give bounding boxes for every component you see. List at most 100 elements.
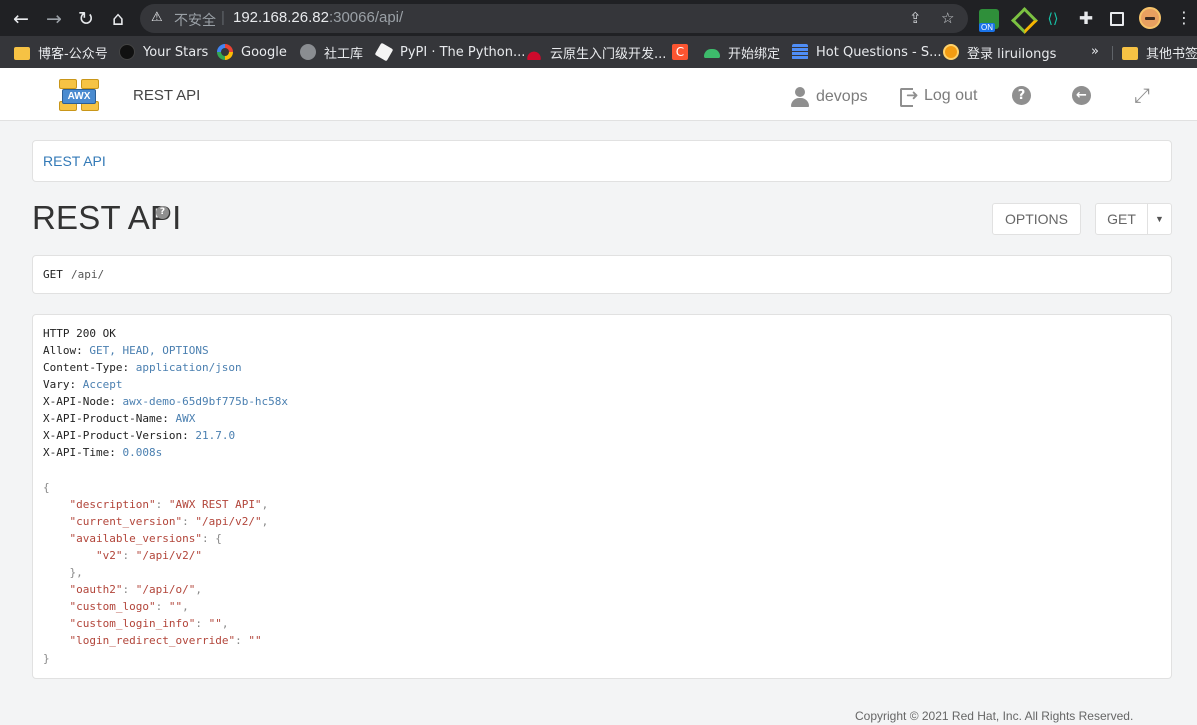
response-header: X-API-Product-Version: 21.7.0: [43, 429, 235, 443]
options-button[interactable]: OPTIONS: [992, 203, 1081, 235]
json-sep: :: [235, 634, 249, 647]
back-arrow-icon[interactable]: ←: [9, 7, 33, 31]
json-line: }: [43, 652, 50, 666]
json-value[interactable]: "/api/v2/": [136, 549, 202, 562]
response-header: Content-Type: application/json: [43, 361, 242, 375]
response-header: X-API-Node: awx-demo-65d9bf775b-hc58x: [43, 395, 288, 409]
user-icon: [790, 86, 810, 108]
awx-logo[interactable]: AWX: [57, 79, 101, 111]
forward-arrow-icon[interactable]: →: [42, 7, 66, 31]
json-punct: ,: [261, 498, 269, 511]
response-status: HTTP 200 OK: [43, 327, 116, 340]
logout-label: Log out: [924, 87, 978, 104]
bookmark-item[interactable]: Your Stars: [119, 43, 208, 61]
header-name: Vary:: [43, 378, 77, 391]
url-host: 192.168.26.82: [233, 9, 329, 26]
huawei-icon: [526, 44, 542, 60]
breadcrumb-item[interactable]: REST API: [43, 153, 106, 169]
extensions-puzzle-icon[interactable]: ✚: [1076, 9, 1096, 29]
warning-icon: ⚠: [151, 10, 163, 25]
bookmarks-overflow-button[interactable]: »: [1091, 44, 1099, 59]
json-sep: :: [182, 515, 196, 528]
address-bar[interactable]: ⚠ 不安全 | 192.168.26.82:30066/api/ ⇪ ☆: [140, 4, 968, 33]
app-title[interactable]: REST API: [133, 87, 200, 104]
bookmark-item[interactable]: 博客-公众号: [14, 43, 108, 62]
logout-button[interactable]: Log out: [899, 86, 978, 107]
browser-toolbar: ← → ↻ ⌂ ⚠ 不安全 | 192.168.26.82:30066/api/…: [0, 0, 1197, 36]
json-line: "oauth2": "/api/o/",: [43, 583, 202, 597]
username: devops: [816, 88, 868, 105]
header-value[interactable]: GET, HEAD, OPTIONS: [89, 344, 208, 357]
header-value[interactable]: application/json: [136, 361, 242, 374]
json-value[interactable]: "/api/o/": [136, 583, 196, 596]
browser-menu-icon[interactable]: ⋮: [1176, 8, 1192, 28]
bookmark-item[interactable]: 登录 liruilongs: [943, 43, 1057, 62]
header-name: X-API-Product-Name:: [43, 412, 169, 425]
bookmark-item[interactable]: Google: [217, 43, 287, 61]
json-punct: {: [215, 532, 222, 545]
get-format-dropdown[interactable]: ▼: [1147, 203, 1172, 235]
json-line: "custom_logo": "",: [43, 600, 189, 614]
page-help-icon[interactable]: ?: [156, 206, 169, 219]
json-punct: ,: [261, 515, 269, 528]
json-line: },: [43, 566, 83, 580]
back-icon[interactable]: ←: [1072, 86, 1091, 105]
json-sep: :: [155, 498, 169, 511]
bookmarks-bar: 博客-公众号 Your Stars Google 社工库 PyPI · The …: [0, 36, 1197, 68]
reload-icon[interactable]: ↻: [74, 7, 98, 31]
json-punct: }: [43, 652, 50, 665]
bookmark-item[interactable]: PyPI · The Python...: [374, 42, 525, 62]
extension-badge: ON: [979, 23, 995, 32]
security-label: 不安全: [174, 13, 216, 29]
bookmark-label: 登录 liruilongs: [967, 46, 1057, 62]
json-punct: ,: [182, 600, 189, 613]
bookmark-star-icon[interactable]: ☆: [941, 9, 954, 27]
logo-hex: [81, 79, 99, 89]
json-key: "description": [69, 498, 156, 511]
json-key: "available_versions": [69, 532, 202, 545]
side-panel-icon[interactable]: [1110, 12, 1124, 26]
expand-icon[interactable]: ⤢: [1131, 84, 1153, 106]
url-divider: |: [221, 9, 225, 26]
json-punct: },: [69, 566, 83, 579]
bookmark-label: 博客-公众号: [38, 46, 108, 62]
header-value[interactable]: Accept: [83, 378, 123, 391]
bookmark-label: 社工库: [324, 46, 364, 62]
google-icon: [217, 44, 233, 60]
json-value[interactable]: "/api/v2/": [195, 515, 261, 528]
json-key: "custom_logo": [69, 600, 156, 613]
breadcrumb: REST API: [32, 140, 1172, 182]
home-icon[interactable]: ⌂: [106, 7, 130, 31]
pypi-icon: [374, 42, 394, 62]
bookmark-item[interactable]: 开始绑定: [704, 43, 780, 62]
response-header: Vary: Accept: [43, 378, 123, 392]
url-text[interactable]: 192.168.26.82:30066/api/: [233, 9, 403, 26]
user-menu[interactable]: devops: [790, 86, 868, 108]
extension-vue-icon[interactable]: [1012, 9, 1032, 29]
header-value: AWX: [175, 412, 196, 425]
github-icon: [119, 44, 135, 60]
bookmarks-divider: [1112, 46, 1113, 60]
share-icon[interactable]: ⇪: [909, 9, 922, 27]
bookmark-item[interactable]: Hot Questions - S...: [792, 43, 941, 61]
other-bookmarks[interactable]: 其他书签: [1122, 43, 1197, 62]
json-line: "description": "AWX REST API",: [43, 498, 269, 512]
help-icon[interactable]: ?: [1012, 86, 1031, 105]
json-punct: {: [43, 481, 50, 494]
extension-code-icon[interactable]: ⟨⟩: [1043, 9, 1063, 29]
header-name: X-API-Node:: [43, 395, 116, 408]
profile-avatar[interactable]: [1139, 7, 1161, 29]
cloud-icon: [704, 44, 720, 60]
bookmark-item[interactable]: 社工库: [300, 43, 364, 62]
get-button[interactable]: GET: [1095, 203, 1148, 235]
response-header: X-API-Product-Name: AWX: [43, 412, 195, 426]
json-line: "v2": "/api/v2/": [43, 549, 202, 563]
bookmark-item[interactable]: C: [672, 43, 696, 61]
json-value: "": [168, 600, 183, 613]
json-sep: :: [155, 600, 169, 613]
extension-on-icon[interactable]: ON: [979, 9, 999, 32]
bookmark-item[interactable]: 云原生入门级开发...: [526, 43, 666, 62]
